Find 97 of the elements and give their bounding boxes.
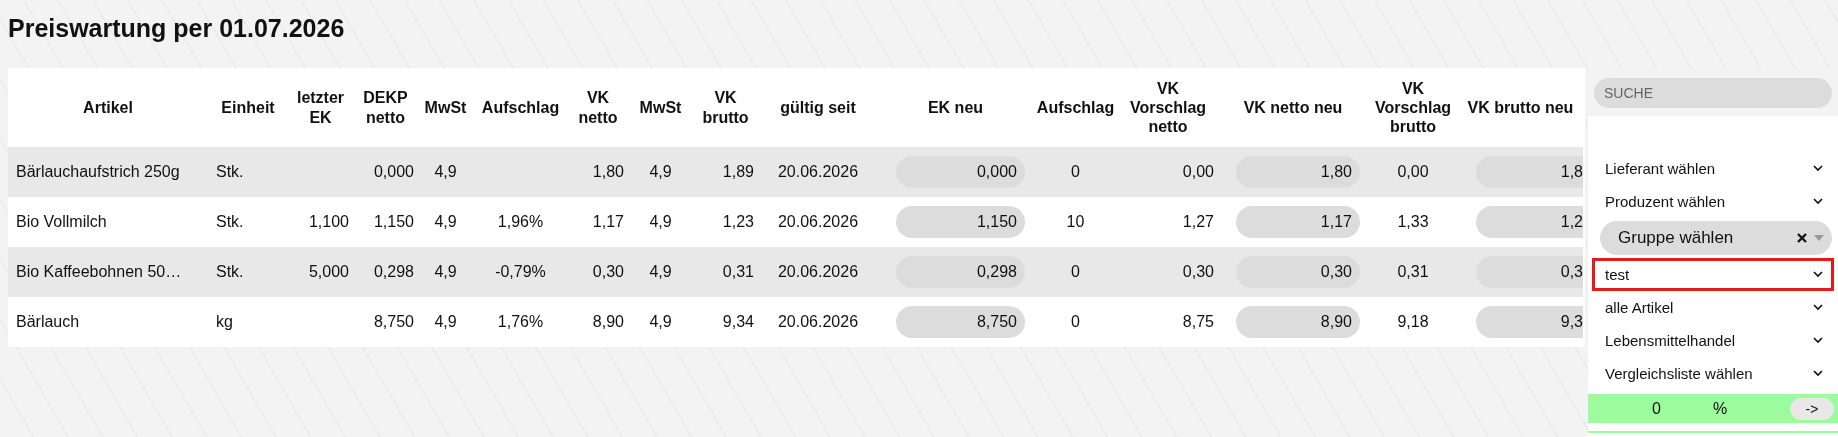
price-input[interactable]: 8,90 — [1236, 306, 1360, 338]
table-cell: Bärlauch — [16, 313, 80, 330]
price-input[interactable]: 0,30 — [1236, 256, 1360, 288]
column-header: EK neu — [878, 68, 1033, 147]
table-cell: 4,9 — [434, 213, 457, 230]
dropdown-triangle-icon — [1814, 235, 1824, 241]
price-input[interactable]: 1,8 — [1476, 156, 1583, 188]
table-cell: 20.06.2026 — [777, 163, 859, 180]
price-input[interactable]: 1,2 — [1476, 206, 1583, 238]
chevron-down-icon — [1813, 271, 1823, 278]
column-header: DEKP netto — [353, 68, 418, 147]
chevron-down-icon — [1813, 198, 1823, 205]
price-input[interactable]: 0,000 — [896, 156, 1025, 188]
table-cell: 4,9 — [434, 163, 457, 180]
table-cell: 8,90 — [592, 313, 624, 330]
table-cell: 4,9 — [434, 263, 457, 280]
table-cell: 10 — [1066, 213, 1085, 230]
column-header: Artikel — [8, 68, 208, 147]
search-field[interactable]: SUCHE — [1594, 78, 1832, 108]
chevron-down-icon — [1813, 337, 1823, 344]
column-header: VK netto — [568, 68, 628, 147]
group-select[interactable]: Gruppe wählen — [1600, 221, 1832, 255]
table-cell: 1,100 — [308, 213, 349, 230]
table-cell: 20.06.2026 — [777, 313, 859, 330]
column-header: VK brutto neu — [1458, 68, 1583, 147]
table-cell: 0,31 — [1397, 263, 1429, 280]
column-header: VK Vorschlag netto — [1118, 68, 1218, 147]
table-cell: 0,31 — [722, 263, 754, 280]
table-cell: 0,30 — [592, 263, 624, 280]
table-cell: 1,76% — [497, 313, 544, 330]
table-cell: 0,000 — [373, 163, 414, 180]
apply-button[interactable]: -> — [1790, 397, 1834, 420]
table-cell: 4,9 — [649, 163, 672, 180]
table-cell: -0,79% — [495, 263, 546, 280]
table-cell: Stk. — [216, 213, 244, 230]
clear-icon[interactable] — [1796, 232, 1808, 244]
price-input[interactable]: 0,298 — [896, 256, 1025, 288]
column-header: VK brutto — [693, 68, 758, 147]
table-cell: 5,000 — [308, 263, 349, 280]
dropdown[interactable]: Lieferant wählen — [1592, 152, 1834, 185]
table-cell: 8,75 — [1182, 313, 1214, 330]
table-cell: 20.06.2026 — [777, 213, 859, 230]
table-cell: Stk. — [216, 263, 244, 280]
dropdown[interactable]: test — [1592, 258, 1834, 291]
table-cell: 1,150 — [373, 213, 414, 230]
column-header: MwSt — [628, 68, 693, 147]
table-cell: 0 — [1071, 313, 1080, 330]
dropdown[interactable]: alle Artikel — [1592, 291, 1834, 324]
table-cell: Stk. — [216, 163, 244, 180]
price-input[interactable]: 0,3 — [1476, 256, 1583, 288]
table-cell: 0,30 — [1182, 263, 1214, 280]
table-cell: 1,80 — [592, 163, 624, 180]
table-cell: 20.06.2026 — [777, 263, 859, 280]
table-cell: 1,27 — [1182, 213, 1214, 230]
price-input[interactable]: 1,17 — [1236, 206, 1360, 238]
table-cell: Bio Vollmilch — [16, 213, 107, 230]
table-cell: 9,18 — [1397, 313, 1429, 330]
table-cell: 0,00 — [1182, 163, 1214, 180]
table-cell: 1,17 — [592, 213, 624, 230]
column-header: letzter EK — [288, 68, 353, 147]
dropdown[interactable]: Vergleichsliste wählen — [1592, 357, 1834, 390]
chevron-down-icon — [1813, 370, 1823, 377]
table-cell: 4,9 — [649, 263, 672, 280]
table-cell: Bärlauchaufstrich 250g — [16, 163, 180, 180]
table-cell: 0,298 — [373, 263, 414, 280]
page-title: Preiswartung per 01.07.2026 — [7, 13, 346, 44]
price-input[interactable]: 9,3 — [1476, 306, 1583, 338]
table-cell: 9,34 — [722, 313, 754, 330]
table-cell: Bio Kaffeebohnen 50… — [16, 263, 182, 280]
table-cell: 8,750 — [373, 313, 414, 330]
column-header: Aufschlag — [473, 68, 568, 147]
percent-value: 0 — [1652, 399, 1661, 418]
table-cell: 4,9 — [434, 313, 457, 330]
chevron-down-icon — [1813, 165, 1823, 172]
table-cell: 0 — [1071, 263, 1080, 280]
table-cell: 1,89 — [722, 163, 754, 180]
table-cell: 4,9 — [649, 313, 672, 330]
dropdown[interactable]: Lebensmittelhandel — [1592, 324, 1834, 357]
column-header: gültig seit — [758, 68, 878, 147]
column-header: Aufschlag — [1033, 68, 1118, 147]
table-cell: 0,00 — [1397, 163, 1429, 180]
table-cell: kg — [216, 313, 233, 330]
price-input[interactable]: 1,80 — [1236, 156, 1360, 188]
percent-sign: % — [1712, 399, 1728, 418]
table-cell: 0 — [1071, 163, 1080, 180]
price-input[interactable]: 8,750 — [896, 306, 1025, 338]
column-header: MwSt — [418, 68, 473, 147]
column-header: VK Vorschlag brutto — [1368, 68, 1458, 147]
table-cell: 4,9 — [649, 213, 672, 230]
price-input[interactable]: 1,150 — [896, 206, 1025, 238]
column-header: Einheit — [208, 68, 288, 147]
table-cell: 1,33 — [1397, 213, 1429, 230]
column-header: VK netto neu — [1218, 68, 1368, 147]
dropdown[interactable]: Produzent wählen — [1592, 185, 1834, 218]
table-cell: 1,96% — [497, 213, 544, 230]
table-cell: 1,23 — [722, 213, 754, 230]
chevron-down-icon — [1813, 304, 1823, 311]
